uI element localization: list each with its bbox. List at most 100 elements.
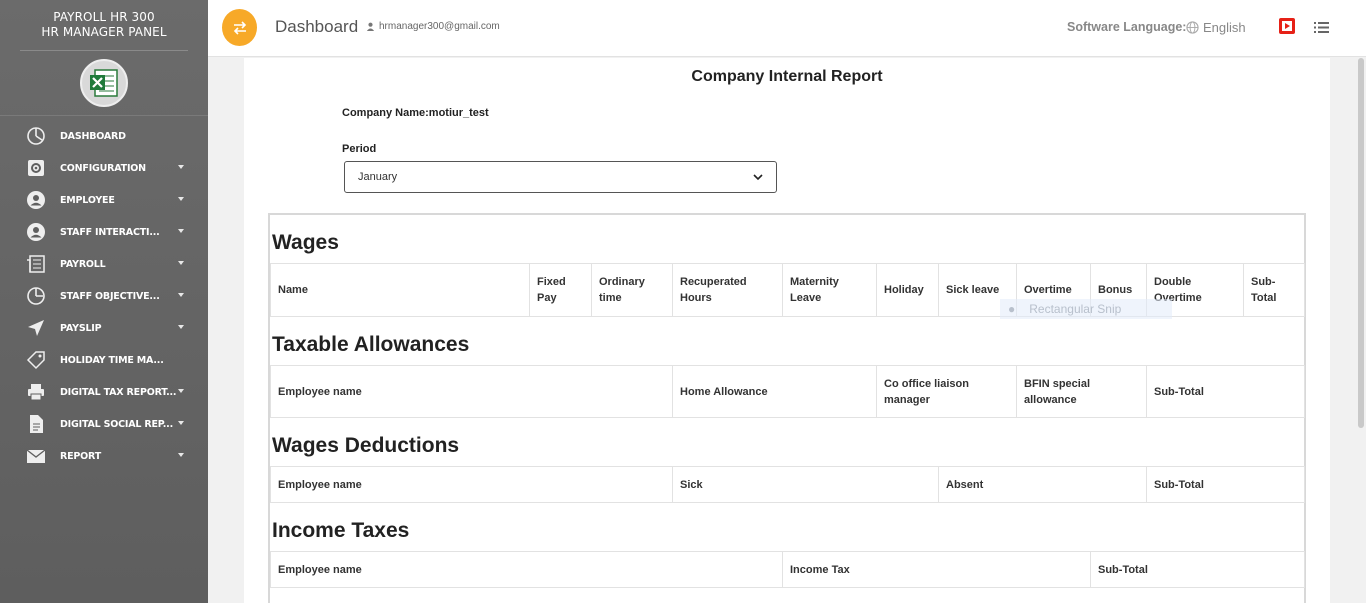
income-taxes-table: Employee name Income Tax Sub-Total [270, 551, 1305, 588]
column-header: Ordinary time [591, 263, 673, 317]
sidebar-toggle-button[interactable] [222, 9, 257, 46]
report-title: Company Internal Report [691, 68, 883, 85]
chevron-down-icon [178, 165, 184, 169]
sidebar-item-label: PAYROLL [60, 258, 106, 270]
column-header: Income Tax [782, 551, 1091, 588]
sidebar-item-staff-interaction[interactable]: STAFF INTERACTI... [0, 216, 208, 248]
column-header: Name [270, 263, 530, 317]
pie-chart-icon [25, 285, 47, 307]
chevron-down-icon [753, 173, 763, 180]
period-select-value: January [358, 171, 398, 183]
gear-icon [25, 157, 47, 179]
column-header: Employee name [270, 365, 673, 418]
chevron-down-icon [178, 421, 184, 425]
swap-arrows-icon [233, 20, 246, 35]
sidebar-item-payslip[interactable]: PAYSLIP [0, 312, 208, 344]
column-header: Home Allowance [672, 365, 877, 418]
wages-deductions-table: Employee name Sick Absent Sub-Total [270, 466, 1305, 503]
scrollbar-thumb[interactable] [1358, 58, 1364, 428]
language-value: English [1203, 20, 1246, 35]
sidebar-item-label: CONFIGURATION [60, 162, 146, 174]
column-header: Sub-Total [1146, 365, 1305, 418]
page-title: Dashboard [275, 17, 359, 36]
chevron-down-icon [178, 293, 184, 297]
sidebar-item-dashboard[interactable]: DASHBOARD [0, 120, 208, 152]
user-email: hrmanager300@gmail.com [379, 21, 500, 32]
sidebar-divider [0, 115, 208, 116]
youtube-icon[interactable] [1279, 18, 1295, 39]
column-header: BFIN special allowance [1016, 365, 1147, 418]
excel-logo-icon [80, 59, 128, 107]
sidebar-item-digital-social-report[interactable]: DIGITAL SOCIAL REP... [0, 408, 208, 440]
chevron-down-icon [178, 261, 184, 265]
column-header: Sub-Total [1146, 466, 1305, 503]
section-title-taxable-allowances: Taxable Allowances [272, 333, 470, 356]
sidebar-item-payroll[interactable]: PAYROLL [0, 248, 208, 280]
sidebar-item-label: STAFF OBJECTIVE... [60, 290, 160, 302]
sidebar-item-holiday-time[interactable]: HOLIDAY TIME MA... [0, 344, 208, 376]
top-header: Dashboard hrmanager300@gmail.com Softwar… [208, 0, 1366, 57]
language-selector[interactable]: English [1186, 20, 1246, 35]
section-title-wages: Wages [272, 231, 339, 254]
rectangular-snip-overlay: ● Rectangular Snip [1000, 299, 1172, 319]
user-circle-icon [25, 221, 47, 243]
column-header: Co office liaison manager [876, 365, 1017, 418]
main-content: Company Internal Report Company Name:mot… [244, 58, 1330, 603]
snip-icon: ● [1008, 302, 1016, 316]
brand: PAYROLL HR 300 HR MANAGER PANEL [0, 0, 208, 50]
table-header-row: Employee name Home Allowance Co office l… [270, 365, 1305, 418]
chevron-down-icon [178, 197, 184, 201]
printer-icon [25, 381, 47, 403]
column-header: Sick [672, 466, 939, 503]
sidebar-item-label: PAYSLIP [60, 322, 102, 334]
column-header: Maternity Leave [782, 263, 877, 317]
tag-icon [25, 349, 47, 371]
list-menu-icon[interactable] [1314, 20, 1329, 38]
report-tables: Wages Name Fixed Pay Ordinary time Recup… [268, 213, 1306, 603]
sidebar-item-report[interactable]: REPORT [0, 440, 208, 472]
sidebar-item-label: STAFF INTERACTI... [60, 226, 160, 238]
sidebar-item-digital-tax-report[interactable]: DIGITAL TAX REPORT... [0, 376, 208, 408]
globe-icon [1186, 21, 1199, 34]
sidebar-item-label: DASHBOARD [60, 130, 126, 142]
newspaper-icon [25, 253, 47, 275]
sidebar-item-employee[interactable]: EMPLOYEE [0, 184, 208, 216]
document-icon [25, 413, 47, 435]
column-header: Employee name [270, 551, 783, 588]
table-header-row: Employee name Income Tax Sub-Total [270, 551, 1305, 588]
period-select[interactable]: January [344, 161, 777, 193]
section-title-wages-deductions: Wages Deductions [272, 434, 460, 457]
column-header: Recuperated Hours [672, 263, 783, 317]
taxable-allowances-table: Employee name Home Allowance Co office l… [270, 365, 1305, 418]
table-header-row: Employee name Sick Absent Sub-Total [270, 466, 1305, 503]
column-header: Fixed Pay [529, 263, 592, 317]
column-header: Holiday [876, 263, 939, 317]
chevron-down-icon [178, 389, 184, 393]
column-header: Sub-Total [1090, 551, 1305, 588]
user-info: hrmanager300@gmail.com [366, 21, 500, 32]
paper-plane-icon [25, 317, 47, 339]
chevron-down-icon [178, 453, 184, 457]
sidebar-item-label: HOLIDAY TIME MA... [60, 354, 164, 366]
sidebar-item-label: REPORT [60, 450, 102, 462]
sidebar-item-staff-objective[interactable]: STAFF OBJECTIVE... [0, 280, 208, 312]
language-label: Software Language: [1067, 20, 1187, 34]
logo-wrap [0, 51, 208, 115]
snip-label: Rectangular Snip [1029, 302, 1122, 316]
dashboard-pie-icon [25, 125, 47, 147]
sidebar-item-configuration[interactable]: CONFIGURATION [0, 152, 208, 184]
column-header: Sub-Total [1243, 263, 1305, 317]
column-header: Absent [938, 466, 1147, 503]
sidebar-item-label: EMPLOYEE [60, 194, 115, 206]
chevron-down-icon [178, 325, 184, 329]
user-icon [366, 22, 375, 31]
company-name: Company Name:motiur_test [342, 107, 489, 119]
user-circle-icon [25, 189, 47, 211]
envelope-icon [25, 445, 47, 467]
brand-line-2: HR MANAGER PANEL [41, 25, 167, 39]
column-header: Employee name [270, 466, 673, 503]
sidebar-item-label: DIGITAL TAX REPORT... [60, 386, 177, 398]
sidebar-item-label: DIGITAL SOCIAL REP... [60, 418, 173, 430]
sidebar: PAYROLL HR 300 HR MANAGER PANEL DASHBOAR… [0, 0, 208, 603]
brand-line-1: PAYROLL HR 300 [53, 10, 155, 24]
